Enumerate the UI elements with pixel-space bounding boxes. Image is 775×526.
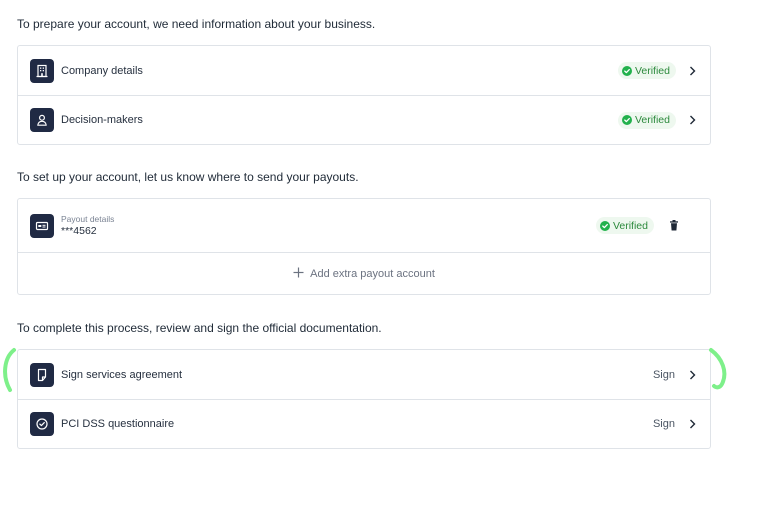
company-details-label: Company details xyxy=(61,64,143,77)
bank-card-icon xyxy=(30,213,54,238)
check-circle-icon xyxy=(621,115,632,125)
check-circle-icon xyxy=(621,65,632,76)
sign-services-agreement-label: Sign services agreement xyxy=(61,368,183,381)
chevron-right-icon[interactable] xyxy=(688,66,696,76)
payout-intro-text: To set up your account, let us know wher… xyxy=(17,170,359,184)
business-intro-text: To prepare your account, we need informa… xyxy=(17,17,376,31)
verified-badge: Verified xyxy=(595,217,654,234)
chevron-right-icon[interactable] xyxy=(688,370,696,380)
verified-badge: Verified xyxy=(617,62,676,79)
pci-dss-questionnaire-row[interactable]: PCI DSS questionnaire Sign xyxy=(18,399,710,448)
business-card: Company details Verified Decision-makers xyxy=(17,45,711,145)
verified-text: Verified xyxy=(612,219,648,232)
payout-caption: Payout details xyxy=(61,214,115,224)
add-payout-label: Add extra payout account xyxy=(310,267,435,280)
check-circle-icon xyxy=(599,220,610,231)
docs-card: Sign services agreement Sign PCI DSS que… xyxy=(17,349,711,449)
verified-text: Verified xyxy=(634,114,670,126)
decision-makers-row[interactable]: Decision-makers Verified xyxy=(18,95,710,144)
annotation-left-bracket xyxy=(3,348,16,392)
verified-badge: Verified xyxy=(617,111,676,129)
annotation-right-bracket xyxy=(709,348,727,390)
payout-card: Payout details ***4562 Verified Add extr… xyxy=(17,198,711,295)
payout-details-row[interactable]: Payout details ***4562 Verified xyxy=(18,199,710,252)
trash-icon[interactable] xyxy=(668,220,680,232)
sign-services-agreement-row[interactable]: Sign services agreement Sign xyxy=(18,350,710,399)
document-icon xyxy=(30,362,54,387)
plus-icon xyxy=(293,267,304,281)
add-payout-account-button[interactable]: Add extra payout account xyxy=(18,252,710,294)
payout-account-number: ***4562 xyxy=(61,225,97,237)
company-details-row[interactable]: Company details Verified xyxy=(18,46,710,95)
payout-details-text: Payout details ***4562 xyxy=(61,213,596,238)
check-circle-icon xyxy=(30,412,54,436)
verified-text: Verified xyxy=(634,64,670,77)
chevron-right-icon[interactable] xyxy=(688,419,696,429)
person-icon xyxy=(30,108,54,132)
sign-action-text[interactable]: Sign xyxy=(653,418,675,430)
decision-makers-label: Decision-makers xyxy=(61,114,143,126)
pci-dss-questionnaire-label: PCI DSS questionnaire xyxy=(61,418,175,430)
docs-intro-text: To complete this process, review and sig… xyxy=(17,321,382,335)
chevron-right-icon[interactable] xyxy=(688,115,696,125)
building-icon xyxy=(30,58,54,83)
sign-action-text[interactable]: Sign xyxy=(653,369,675,381)
